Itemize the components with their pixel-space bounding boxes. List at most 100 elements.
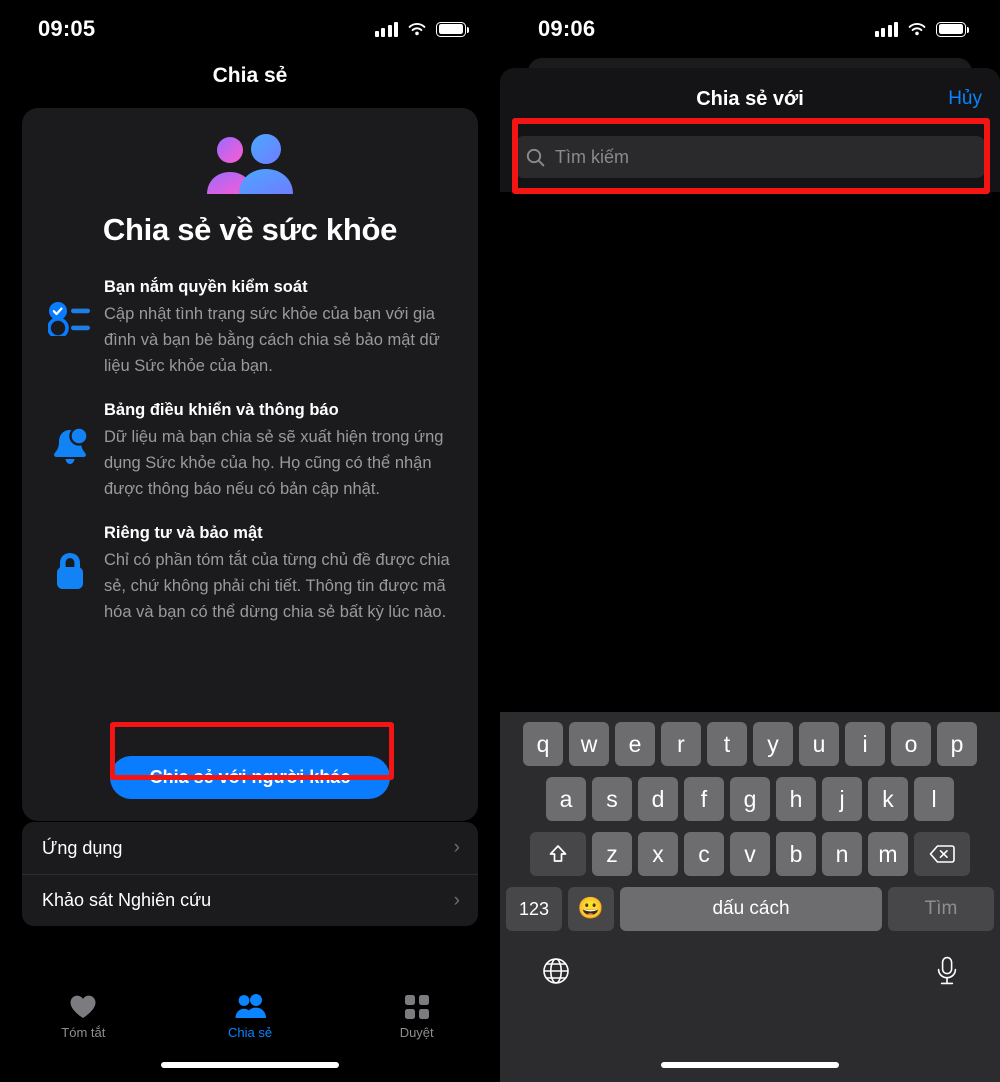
status-icons bbox=[874, 21, 970, 37]
bell-badge-icon bbox=[36, 399, 104, 469]
left-phone-screen: 09:05 Chia sẻ Chia sẻ về sức khỏe Bạn nắ… bbox=[0, 0, 500, 1082]
key-i[interactable]: i bbox=[845, 722, 885, 766]
key-v[interactable]: v bbox=[730, 832, 770, 876]
checklist-icon bbox=[36, 276, 104, 336]
key-n[interactable]: n bbox=[822, 832, 862, 876]
list-item-label: Ứng dụng bbox=[42, 837, 123, 858]
search-placeholder: Tìm kiếm bbox=[555, 146, 629, 167]
globe-language-icon[interactable] bbox=[542, 957, 570, 990]
feature-item-control: Bạn nắm quyền kiểm soát Cập nhật tình tr… bbox=[36, 276, 470, 379]
feature-body: Chỉ có phần tóm tắt của từng chủ đề được… bbox=[104, 551, 450, 622]
battery-icon bbox=[936, 21, 970, 37]
key-o[interactable]: o bbox=[891, 722, 931, 766]
key-h[interactable]: h bbox=[776, 777, 816, 821]
two-people-icon bbox=[207, 134, 293, 194]
home-indicator[interactable] bbox=[161, 1062, 339, 1068]
status-icons bbox=[374, 21, 470, 37]
list-item-research-surveys[interactable]: Khảo sát Nghiên cứu › bbox=[22, 874, 478, 926]
wifi-icon bbox=[908, 22, 926, 35]
key-l[interactable]: l bbox=[914, 777, 954, 821]
search-area: Tìm kiếm bbox=[500, 130, 1000, 192]
keyboard-row-3: z x c v b n m bbox=[500, 832, 1000, 876]
tab-browse[interactable]: Duyệt bbox=[333, 994, 500, 1040]
backspace-delete-icon[interactable] bbox=[914, 832, 970, 876]
search-icon bbox=[526, 148, 545, 166]
space-key[interactable]: dấu cách bbox=[620, 887, 882, 931]
microphone-icon[interactable] bbox=[936, 956, 958, 991]
key-u[interactable]: u bbox=[799, 722, 839, 766]
settings-list: Ứng dụng › Khảo sát Nghiên cứu › bbox=[22, 822, 478, 926]
tab-summary[interactable]: Tóm tắt bbox=[0, 994, 167, 1040]
feature-text: Riêng tư và bảo mật Chỉ có phần tóm tắt … bbox=[104, 522, 470, 625]
smiley-face-icon[interactable]: 😀 bbox=[568, 887, 614, 931]
keyboard-row-4: 123 😀 dấu cách Tìm bbox=[500, 887, 1000, 931]
feature-item-notifications: Bảng điều khiển và thông báo Dữ liệu mà … bbox=[36, 399, 470, 502]
key-w[interactable]: w bbox=[569, 722, 609, 766]
signal-bars-icon bbox=[874, 21, 898, 37]
cancel-button[interactable]: Hủy bbox=[948, 88, 982, 110]
keyboard-row-2: a s d f g h j k l bbox=[500, 777, 1000, 821]
tab-label: Chia sẻ bbox=[227, 1025, 273, 1040]
key-t[interactable]: t bbox=[707, 722, 747, 766]
feature-list: Bạn nắm quyền kiểm soát Cập nhật tình tr… bbox=[22, 276, 478, 625]
key-j[interactable]: j bbox=[822, 777, 862, 821]
feature-text: Bạn nắm quyền kiểm soát Cập nhật tình tr… bbox=[104, 276, 470, 379]
feature-heading: Bạn nắm quyền kiểm soát bbox=[104, 278, 308, 296]
key-m[interactable]: m bbox=[868, 832, 908, 876]
key-b[interactable]: b bbox=[776, 832, 816, 876]
lock-icon bbox=[36, 522, 104, 594]
on-screen-keyboard: q w e r t y u i o p a s d f g h j k l z … bbox=[500, 712, 1000, 1082]
tab-label: Duyệt bbox=[399, 1025, 434, 1040]
key-y[interactable]: y bbox=[753, 722, 793, 766]
feature-heading: Bảng điều khiển và thông báo bbox=[104, 401, 339, 420]
page-title: Chia sẻ bbox=[212, 64, 288, 87]
status-bar: 09:05 bbox=[0, 0, 500, 58]
key-d[interactable]: d bbox=[638, 777, 678, 821]
search-return-key[interactable]: Tìm bbox=[888, 887, 994, 931]
tab-sharing[interactable]: Chia sẻ bbox=[167, 994, 334, 1040]
status-time: 09:06 bbox=[538, 16, 596, 41]
right-phone-screen: 09:06 Chia sẻ với Hủy Tìm kiếm q w e r t… bbox=[500, 0, 1000, 1082]
share-with-sheet: Chia sẻ với Hủy Tìm kiếm q w e r t y u i… bbox=[500, 68, 1000, 1082]
chevron-right-icon: › bbox=[453, 889, 460, 911]
grid-icon bbox=[404, 995, 429, 1019]
sheet-title: Chia sẻ với bbox=[696, 87, 804, 110]
two-people-icon bbox=[235, 994, 266, 1018]
share-with-others-button[interactable]: Chia sẻ với người khác bbox=[109, 756, 391, 799]
sheet-header: Chia sẻ với Hủy bbox=[500, 68, 1000, 130]
key-p[interactable]: p bbox=[937, 722, 977, 766]
key-r[interactable]: r bbox=[661, 722, 701, 766]
keyboard-bottom-bar bbox=[500, 942, 1000, 998]
list-item-apps[interactable]: Ứng dụng › bbox=[22, 822, 478, 874]
feature-text: Bảng điều khiển và thông báo Dữ liệu mà … bbox=[104, 399, 470, 502]
cta-container: Chia sẻ với người khác bbox=[22, 756, 478, 799]
key-s[interactable]: s bbox=[592, 777, 632, 821]
feature-heading: Riêng tư và bảo mật bbox=[104, 524, 263, 543]
numbers-key[interactable]: 123 bbox=[506, 887, 562, 931]
tab-label: Tóm tắt bbox=[61, 1025, 106, 1040]
search-input[interactable]: Tìm kiếm bbox=[514, 136, 986, 178]
shift-up-arrow-icon[interactable] bbox=[530, 832, 586, 876]
chevron-right-icon: › bbox=[453, 837, 460, 858]
dual-screenshot-container: 09:05 Chia sẻ Chia sẻ về sức khỏe Bạn nắ… bbox=[0, 0, 1000, 1082]
key-z[interactable]: z bbox=[592, 832, 632, 876]
status-time: 09:05 bbox=[38, 16, 96, 41]
key-f[interactable]: f bbox=[684, 777, 724, 821]
key-x[interactable]: x bbox=[638, 832, 678, 876]
key-k[interactable]: k bbox=[868, 777, 908, 821]
battery-icon bbox=[436, 21, 470, 37]
share-intro-card: Chia sẻ về sức khỏe Bạn nắm quyền kiểm s… bbox=[22, 108, 478, 821]
signal-bars-icon bbox=[374, 21, 398, 37]
key-q[interactable]: q bbox=[523, 722, 563, 766]
home-indicator[interactable] bbox=[661, 1062, 839, 1068]
feature-item-privacy: Riêng tư và bảo mật Chỉ có phần tóm tắt … bbox=[36, 522, 470, 625]
keyboard-row-1: q w e r t y u i o p bbox=[500, 722, 1000, 766]
key-e[interactable]: e bbox=[615, 722, 655, 766]
key-c[interactable]: c bbox=[684, 832, 724, 876]
key-a[interactable]: a bbox=[546, 777, 586, 821]
feature-body: Cập nhật tình trạng sức khỏe của bạn với… bbox=[104, 304, 440, 376]
list-item-label: Khảo sát Nghiên cứu bbox=[42, 890, 212, 910]
key-g[interactable]: g bbox=[730, 777, 770, 821]
hero-title: Chia sẻ về sức khỏe bbox=[102, 212, 398, 247]
heart-icon bbox=[70, 995, 96, 1018]
